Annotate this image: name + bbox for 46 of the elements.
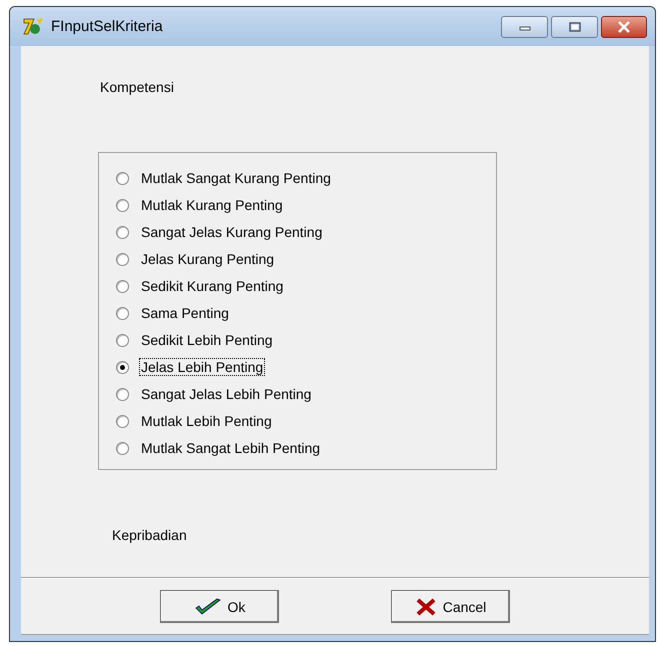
option-label: Sangat Jelas Kurang Penting bbox=[140, 223, 324, 241]
radio-option[interactable]: Sangat Jelas Lebih Penting bbox=[116, 384, 496, 404]
radio-option[interactable]: Sedikit Kurang Penting bbox=[116, 276, 496, 296]
radio-button[interactable] bbox=[116, 414, 129, 428]
window-title: FInputSelKriteria bbox=[51, 18, 164, 35]
radio-option[interactable]: Mutlak Kurang Penting bbox=[116, 195, 496, 215]
radio-button[interactable] bbox=[116, 334, 129, 346]
radio-option[interactable]: Sedikit Lebih Penting bbox=[116, 330, 496, 350]
option-label: Mutlak Kurang Penting bbox=[140, 196, 284, 214]
minimize-button[interactable] bbox=[501, 16, 548, 38]
radio-button[interactable] bbox=[116, 198, 129, 212]
radio-button[interactable] bbox=[116, 172, 129, 184]
radio-button[interactable] bbox=[116, 226, 129, 238]
close-button[interactable] bbox=[601, 16, 647, 38]
app-icon bbox=[23, 16, 45, 36]
criterion-label: Kompetensi bbox=[100, 79, 174, 95]
option-label: Mutlak Sangat Lebih Penting bbox=[140, 439, 322, 457]
radio-button[interactable] bbox=[116, 442, 129, 454]
ok-button[interactable]: Ok bbox=[160, 590, 279, 623]
option-label: Sangat Jelas Lebih Penting bbox=[140, 385, 312, 403]
radio-button[interactable] bbox=[116, 306, 129, 320]
close-icon bbox=[616, 20, 632, 32]
radio-option[interactable]: Mutlak Lebih Penting bbox=[116, 411, 496, 431]
radio-button[interactable] bbox=[116, 360, 129, 374]
option-label: Sedikit Kurang Penting bbox=[140, 277, 284, 295]
radio-option[interactable]: Mutlak Sangat Kurang Penting bbox=[116, 168, 496, 188]
criterion-label: Kepribadian bbox=[112, 527, 187, 543]
option-label: Jelas Kurang Penting bbox=[140, 250, 276, 268]
radio-option[interactable]: Mutlak Sangat Lebih Penting bbox=[116, 438, 496, 458]
checkmark-icon bbox=[194, 598, 222, 616]
radio-option[interactable]: Jelas Kurang Penting bbox=[116, 249, 496, 269]
option-label: Jelas Lebih Penting bbox=[139, 358, 266, 376]
cancel-button[interactable]: Cancel bbox=[391, 590, 510, 623]
radio-option[interactable]: Sama Penting bbox=[116, 303, 496, 323]
option-label: Sama Penting bbox=[140, 304, 230, 322]
cross-icon bbox=[414, 598, 437, 616]
radio-button[interactable] bbox=[116, 252, 129, 266]
option-label: Mutlak Lebih Penting bbox=[140, 412, 273, 430]
radio-option[interactable]: Sangat Jelas Kurang Penting bbox=[116, 222, 496, 242]
maximize-button[interactable] bbox=[551, 16, 598, 38]
maximize-icon bbox=[568, 22, 582, 32]
option-label: Mutlak Sangat Kurang Penting bbox=[140, 169, 332, 187]
radio-option[interactable]: Jelas Lebih Penting bbox=[116, 357, 496, 377]
radio-button[interactable] bbox=[116, 388, 129, 400]
option-label: Sedikit Lebih Penting bbox=[140, 331, 274, 349]
radio-button[interactable] bbox=[116, 280, 129, 292]
